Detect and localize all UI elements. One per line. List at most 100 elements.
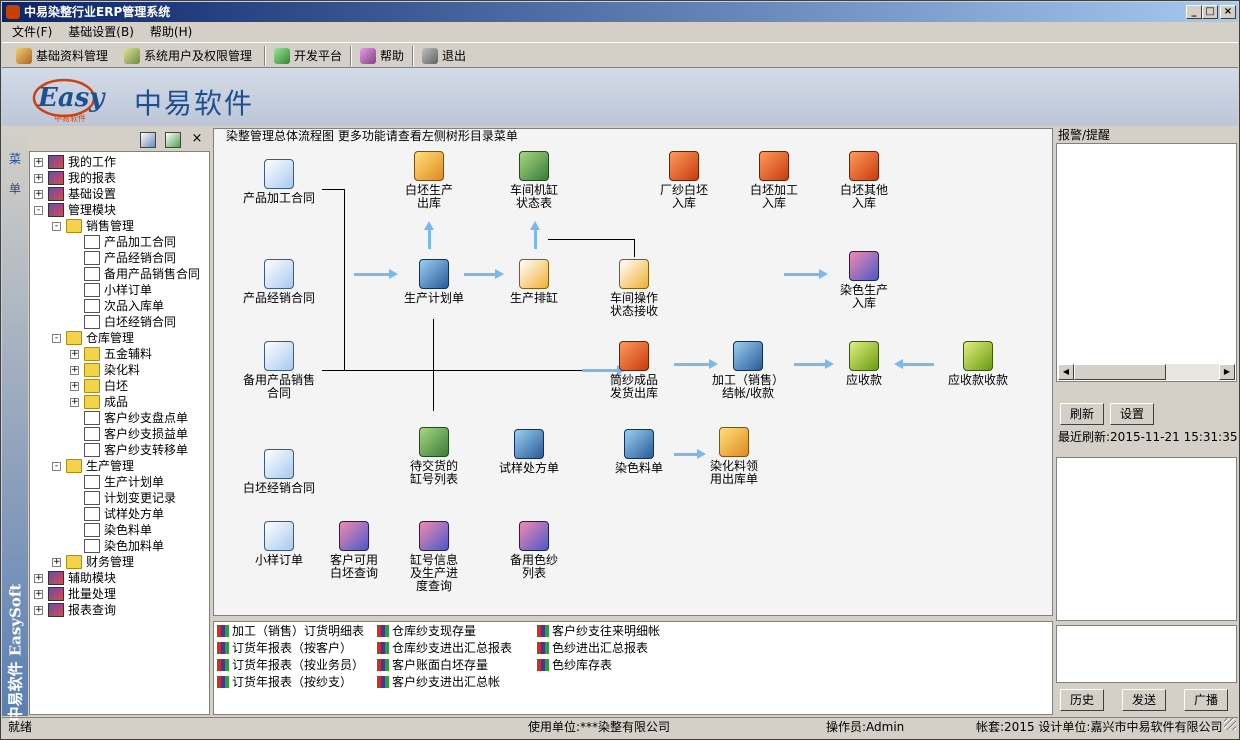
maximize-button[interactable]: □ — [1202, 5, 1218, 19]
close-button[interactable]: × — [1220, 5, 1236, 19]
tree-node[interactable]: 客户纱支盘点单 — [30, 410, 209, 426]
expand-icon[interactable]: + — [70, 398, 79, 407]
report-link[interactable]: 色纱库存表 — [536, 657, 612, 673]
minimize-button[interactable]: _ — [1186, 5, 1202, 19]
report-link[interactable]: 加工（销售）订货明细表 — [216, 623, 364, 639]
report-link[interactable]: 仓库纱支现存量 — [376, 623, 476, 639]
report-link[interactable]: 订货年报表（按纱支） — [216, 674, 352, 690]
tree-node[interactable]: - 仓库管理 — [30, 330, 209, 346]
flow-greige-other-inbound[interactable]: 白坯其他 入库 — [814, 151, 914, 210]
tree-node[interactable]: 客户纱支损益单 — [30, 426, 209, 442]
toolbar-base-data-button[interactable]: 基础资料管理 — [14, 46, 108, 66]
expand-icon[interactable]: + — [34, 158, 43, 167]
flow-contract-spare[interactable]: 备用产品销售 合同 — [229, 341, 329, 400]
flow-mill-yarn-inbound[interactable]: 厂纱白坯 入库 — [634, 151, 734, 210]
toolbar-dev-platform-button[interactable]: 开发平台 — [272, 46, 342, 66]
tree-node[interactable]: 试样处方单 — [30, 506, 209, 522]
menu-help[interactable]: 帮助(H) — [144, 22, 198, 42]
flow-production-plan[interactable]: 生产计划单 — [384, 259, 484, 305]
flow-greige-outbound[interactable]: 白坯生产 出库 — [379, 151, 479, 210]
flow-receivable-collect[interactable]: 应收款收款 — [928, 341, 1028, 387]
expand-icon[interactable]: + — [34, 590, 43, 599]
tree-node[interactable]: + 我的工作 — [30, 154, 209, 170]
tree-node[interactable]: - 管理模块 — [30, 202, 209, 218]
tree-node[interactable]: 产品经销合同 — [30, 250, 209, 266]
expand-icon[interactable]: + — [34, 190, 43, 199]
menu-base-settings[interactable]: 基础设置(B) — [62, 22, 140, 42]
expand-icon[interactable]: + — [34, 574, 43, 583]
flow-finished-shipment[interactable]: 筒纱成品 发货出库 — [584, 341, 684, 400]
tree-node[interactable]: - 销售管理 — [30, 218, 209, 234]
tree-node[interactable]: + 财务管理 — [30, 554, 209, 570]
expand-icon[interactable] — [140, 132, 156, 148]
scroll-thumb[interactable] — [1074, 364, 1166, 380]
report-link[interactable]: 订货年报表（按业务员） — [216, 657, 364, 673]
tree-node[interactable]: - 生产管理 — [30, 458, 209, 474]
history-button[interactable]: 历史 — [1060, 689, 1104, 711]
flow-trial-recipe[interactable]: 试样处方单 — [479, 429, 579, 475]
tree-node[interactable]: 次品入库单 — [30, 298, 209, 314]
tree-node[interactable]: 备用产品销售合同 — [30, 266, 209, 282]
tree-node[interactable]: + 批量处理 — [30, 586, 209, 602]
tree-node[interactable]: + 成品 — [30, 394, 209, 410]
message-list[interactable] — [1056, 457, 1237, 621]
tree-node[interactable]: 白坯经销合同 — [30, 314, 209, 330]
expand-icon[interactable]: + — [70, 382, 79, 391]
flow-contract-distribution[interactable]: 产品经销合同 — [229, 259, 329, 305]
flow-production-vat[interactable]: 生产排缸 — [484, 259, 584, 305]
flow-spare-yarn-list[interactable]: 备用色纱 列表 — [484, 521, 584, 580]
tree-node[interactable]: + 报表查询 — [30, 602, 209, 618]
settings-button[interactable]: 设置 — [1110, 403, 1154, 425]
toolbar-users-button[interactable]: 系统用户及权限管理 — [122, 46, 252, 66]
tree-node[interactable]: 产品加工合同 — [30, 234, 209, 250]
flow-receivable[interactable]: 应收款 — [814, 341, 914, 387]
tree-node[interactable]: 染色加料单 — [30, 538, 209, 554]
flow-greige-process-inbound[interactable]: 白坯加工 入库 — [724, 151, 824, 210]
tree-node[interactable]: + 辅助模块 — [30, 570, 209, 586]
collapse-icon[interactable]: - — [52, 222, 61, 231]
tree-node[interactable]: + 我的报表 — [30, 170, 209, 186]
refresh-icon[interactable] — [165, 132, 181, 148]
flow-billing[interactable]: 加工（销售） 结帐/收款 — [698, 341, 798, 400]
tree-node[interactable]: 小样订单 — [30, 282, 209, 298]
message-input[interactable] — [1056, 625, 1237, 683]
tree-node[interactable]: 染色料单 — [30, 522, 209, 538]
flow-dye-outbound[interactable]: 染化料领 用出库单 — [684, 427, 784, 486]
tree-node[interactable]: 生产计划单 — [30, 474, 209, 490]
menu-file[interactable]: 文件(F) — [6, 22, 58, 42]
broadcast-button[interactable]: 广播 — [1184, 689, 1228, 711]
tree-node[interactable]: 计划变更记录 — [30, 490, 209, 506]
collapse-icon[interactable]: - — [52, 334, 61, 343]
flow-contract-greige[interactable]: 白坯经销合同 — [229, 449, 329, 495]
resize-grip[interactable] — [1224, 718, 1236, 730]
report-link[interactable]: 仓库纱支进出汇总报表 — [376, 640, 512, 656]
flow-vat-progress-query[interactable]: 缸号信息 及生产进 度查询 — [384, 521, 484, 593]
report-link[interactable]: 订货年报表（按客户） — [216, 640, 352, 656]
expand-icon[interactable]: + — [34, 606, 43, 615]
collapse-icon[interactable]: - — [52, 462, 61, 471]
toolbar-help-button[interactable]: 帮助 — [358, 46, 404, 66]
close-icon[interactable]: × — [189, 132, 205, 148]
tree-node[interactable]: + 基础设置 — [30, 186, 209, 202]
report-link[interactable]: 客户纱支进出汇总帐 — [376, 674, 500, 690]
flow-vat-status[interactable]: 车间机缸 状态表 — [484, 151, 584, 210]
send-button[interactable]: 发送 — [1122, 689, 1166, 711]
scroll-left-icon[interactable]: ◀ — [1058, 364, 1074, 380]
flow-contract-processing[interactable]: 产品加工合同 — [229, 159, 329, 205]
tree-node[interactable]: + 五金辅料 — [30, 346, 209, 362]
tree-node[interactable]: + 白坯 — [30, 378, 209, 394]
expand-icon[interactable]: + — [70, 366, 79, 375]
toolbar-exit-button[interactable]: 退出 — [420, 46, 466, 66]
tree-node[interactable]: + 染化料 — [30, 362, 209, 378]
scroll-right-icon[interactable]: ▶ — [1219, 364, 1235, 380]
flow-dye-material[interactable]: 染色料单 — [589, 429, 689, 475]
report-link[interactable]: 客户账面白坯存量 — [376, 657, 488, 673]
report-link[interactable]: 色纱进出汇总报表 — [536, 640, 648, 656]
expand-icon[interactable]: + — [34, 174, 43, 183]
expand-icon[interactable]: + — [52, 558, 61, 567]
flow-pending-vat-list[interactable]: 待交货的 缸号列表 — [384, 427, 484, 486]
horizontal-scrollbar[interactable]: ◀ ▶ — [1058, 364, 1235, 380]
flow-workshop-status[interactable]: 车间操作 状态接收 — [584, 259, 684, 318]
flow-dye-production-inbound[interactable]: 染色生产 入库 — [814, 251, 914, 310]
tree-node[interactable]: 客户纱支转移单 — [30, 442, 209, 458]
